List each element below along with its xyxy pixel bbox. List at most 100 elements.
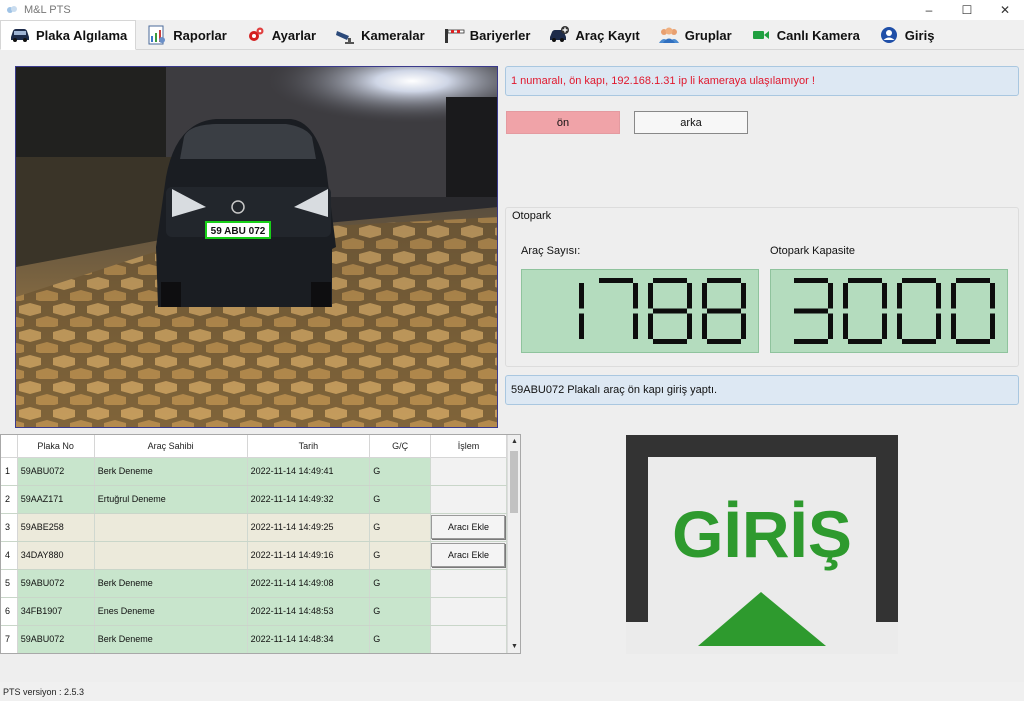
table-row[interactable]: 6 34FB1907 Enes Deneme 2022-11-14 14:48:53 G — [1, 597, 508, 626]
table-row[interactable]: 1 59ABU072 Berk Deneme 2022-11-14 14:49:41 G — [1, 457, 508, 486]
cell-action — [430, 485, 508, 514]
tab-label: Gruplar — [684, 27, 732, 43]
maximize-button[interactable]: ☐ — [948, 0, 986, 20]
table-row[interactable]: 3 59ABE258 2022-11-14 14:49:25 G Aracı Ekle — [1, 513, 508, 542]
back-camera-button[interactable]: arka — [634, 111, 748, 134]
tab-gruplar[interactable]: Gruplar — [650, 21, 740, 49]
tab-bariyerler[interactable]: Bariyerler — [435, 21, 539, 49]
segment-d — [956, 339, 990, 344]
segment-c — [687, 313, 692, 339]
header-plate[interactable]: Plaka No — [17, 435, 95, 458]
header-direction[interactable]: G/Ç — [369, 435, 431, 458]
tab-raporlar[interactable]: Raporlar — [138, 21, 234, 49]
segment-e — [702, 313, 707, 339]
segment-d — [848, 339, 882, 344]
segment-d — [902, 339, 936, 344]
minimize-button[interactable]: – — [910, 0, 948, 20]
table-row[interactable]: 5 59ABU072 Berk Deneme 2022-11-14 14:49:08 G — [1, 569, 508, 598]
segment-b — [687, 283, 692, 309]
segment-c — [633, 313, 638, 339]
cell-plate: 59ABU072 — [17, 625, 95, 653]
segment-f — [648, 283, 653, 309]
segment-g — [653, 308, 687, 314]
table-row[interactable]: 4 34DAY880 2022-11-14 14:49:16 G Aracı Ekle — [1, 541, 508, 570]
main-tab-bar: Plaka Algılama Raporlar Ayarlar Kamerala… — [0, 20, 1024, 50]
segment-f — [951, 283, 956, 309]
tab-giris[interactable]: Giriş — [870, 21, 943, 49]
scroll-down-arrow[interactable]: ▼ — [508, 640, 520, 653]
segment-b — [990, 283, 995, 309]
segment-e — [843, 313, 848, 339]
tab-canli-kamera[interactable]: Canlı Kamera — [742, 21, 868, 49]
error-text: 1 numaralı, ön kapı, 192.168.1.31 ip li … — [511, 75, 815, 87]
cell-date: 2022-11-14 14:49:32 — [247, 485, 371, 514]
row-number: 5 — [1, 569, 18, 598]
row-number: 6 — [1, 597, 18, 626]
cell-owner: Ertuğrul Deneme — [94, 485, 248, 514]
camera-error-message: 1 numaralı, ön kapı, 192.168.1.31 ip li … — [505, 66, 1019, 96]
add-vehicle-button[interactable]: Aracı Ekle — [431, 515, 506, 539]
header-date[interactable]: Tarih — [247, 435, 371, 458]
cell-owner: Berk Deneme — [94, 569, 248, 598]
segment-c — [579, 313, 584, 339]
segment-a — [794, 278, 828, 283]
cell-date: 2022-11-14 14:49:16 — [247, 541, 371, 570]
cell-direction: G — [369, 625, 431, 653]
cell-action — [430, 457, 508, 486]
segment-d — [653, 339, 687, 344]
cell-date: 2022-11-14 14:48:34 — [247, 625, 371, 653]
entry-sign-text: GİRİŞ — [672, 497, 852, 571]
cell-direction: G — [369, 513, 431, 542]
tab-arac-kayit[interactable]: Araç Kayıt — [540, 21, 647, 49]
table-row[interactable]: 2 59AAZ171 Ertuğrul Deneme 2022-11-14 14:49… — [1, 485, 508, 514]
car-icon — [9, 25, 31, 45]
segment-b — [936, 283, 941, 309]
row-number-header — [1, 435, 18, 458]
cell-direction: G — [369, 457, 431, 486]
cell-owner: Enes Deneme — [94, 597, 248, 626]
segment-c — [828, 313, 833, 339]
close-button[interactable]: ✕ — [986, 0, 1024, 20]
cell-direction: G — [369, 541, 431, 570]
segment-a — [653, 278, 687, 283]
otopark-title: Otopark — [509, 210, 555, 222]
entry-sign: GİRİŞ — [626, 435, 898, 654]
scroll-thumb[interactable] — [510, 451, 518, 513]
scroll-up-arrow[interactable]: ▲ — [508, 435, 520, 448]
segment-b — [633, 283, 638, 309]
window-title: M&L PTS — [24, 4, 71, 16]
segment-c — [990, 313, 995, 339]
tab-label: Araç Kayıt — [575, 27, 640, 43]
cell-action — [430, 569, 508, 598]
last-event-message: 59ABU072 Plakalı araç ön kapı giriş yapt… — [505, 375, 1019, 405]
vehicle-log-table: Plaka No Araç Sahibi Tarih G/Ç İşlem 1 59… — [0, 434, 521, 654]
header-action[interactable]: İşlem — [430, 435, 508, 458]
row-number: 3 — [1, 513, 18, 542]
segment-d — [794, 339, 828, 344]
tab-ayarlar[interactable]: Ayarlar — [237, 21, 324, 49]
segment-c — [882, 313, 887, 339]
cell-direction: G — [369, 485, 431, 514]
gears-icon — [245, 25, 267, 45]
add-vehicle-button[interactable]: Aracı Ekle — [431, 543, 506, 567]
table-row[interactable]: 7 59ABU072 Berk Deneme 2022-11-14 14:48:34 G — [1, 625, 508, 653]
barrier-icon — [443, 25, 465, 45]
segment-b — [579, 283, 584, 309]
tab-kameralar[interactable]: Kameralar — [326, 21, 433, 49]
status-bar: PTS versiyon : 2.5.3 — [0, 682, 1024, 701]
tab-label: Bariyerler — [469, 27, 531, 43]
cell-direction: G — [369, 597, 431, 626]
cell-owner: Berk Deneme — [94, 457, 248, 486]
vehicle-count-label: Araç Sayısı: — [521, 245, 581, 257]
cell-plate: 34FB1907 — [17, 597, 95, 626]
tab-label: Giriş — [904, 27, 935, 43]
tab-label: Ayarlar — [271, 27, 317, 43]
table-header-row: Plaka No Araç Sahibi Tarih G/Ç İşlem — [1, 435, 508, 458]
segment-f — [702, 283, 707, 309]
segment-g — [707, 308, 741, 314]
front-camera-button[interactable]: ön — [506, 111, 620, 134]
table-scrollbar[interactable]: ▲ ▼ — [507, 435, 520, 653]
cell-action: Aracı Ekle — [430, 541, 508, 570]
tab-plaka-algilama[interactable]: Plaka Algılama — [0, 20, 137, 50]
header-owner[interactable]: Araç Sahibi — [94, 435, 248, 458]
